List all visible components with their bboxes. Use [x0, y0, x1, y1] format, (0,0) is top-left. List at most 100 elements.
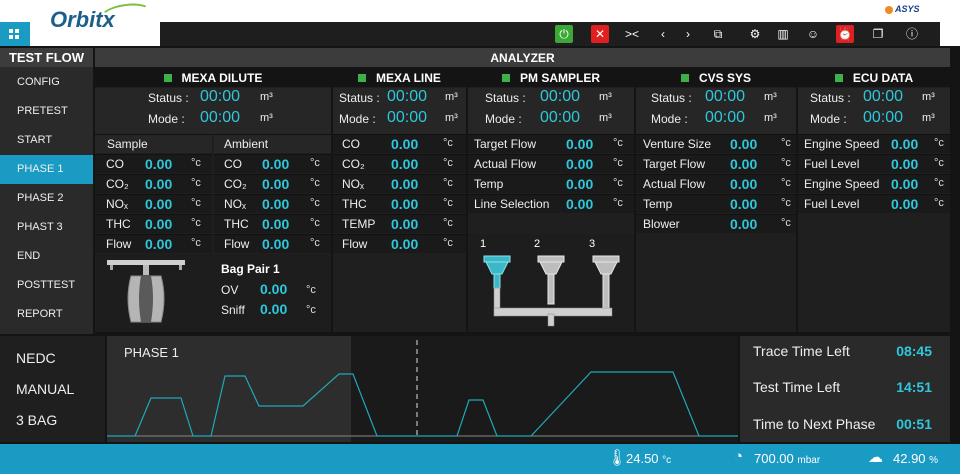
mode-label: Mode : — [810, 112, 847, 126]
mode-value: 00:00 — [863, 109, 904, 126]
panel-header: PM SAMPLER — [468, 68, 634, 87]
sample-header: Sample — [95, 134, 212, 153]
next-phase-label: Time to Next Phase — [753, 416, 876, 432]
nav-item-report[interactable]: REPORT — [0, 300, 93, 329]
nav-item-end[interactable]: END — [0, 242, 93, 271]
ambient-row: CO 0.00 °c — [214, 154, 331, 173]
unit: m³ — [922, 91, 935, 103]
ambient-row: CO₂ 0.00 °c — [214, 174, 331, 193]
sample-row: CO₂ 0.00 °c — [95, 174, 212, 193]
info-icon[interactable]: ⓘ — [903, 25, 921, 43]
unit: m³ — [445, 112, 458, 124]
close-icon[interactable]: ✕ — [591, 25, 609, 43]
windows-icon[interactable]: ⧉ — [709, 25, 727, 43]
ecu-data-panel: ECU DATA Status : 00:00 m³ Mode : 00:00 … — [798, 68, 950, 332]
sample-row: NOₓ 0.00 °c — [95, 194, 212, 213]
status-value: 00:00 — [705, 88, 746, 105]
mode-3-bag[interactable]: 3 BAG — [16, 412, 57, 428]
status-label: Status : — [651, 91, 692, 105]
sample-row: Flow 0.00 °c — [95, 234, 212, 253]
pm-row: Line Selection 0.00 °c — [468, 194, 634, 213]
pressure-readout: 700.00 mbar — [754, 451, 821, 466]
ov-unit: °c — [306, 284, 316, 296]
nav-item-config[interactable]: CONFIG — [0, 68, 93, 97]
mode-value: 00:00 — [200, 109, 241, 126]
gear-icon[interactable]: ⚙ — [746, 25, 764, 43]
alarm-icon[interactable]: ⏰ — [836, 25, 854, 43]
nav-item-phast-3[interactable]: PHAST 3 — [0, 213, 93, 242]
sniff-label: Sniff — [221, 303, 245, 317]
status-value: 00:00 — [200, 88, 241, 105]
nav-item-phase-1[interactable]: PHASE 1 — [0, 155, 93, 184]
menu-grid-icon[interactable] — [0, 22, 30, 46]
mode-label: Mode : — [651, 112, 688, 126]
nav-item-posttest[interactable]: POSTTEST — [0, 271, 93, 300]
ecu-row: Fuel Level 0.00 °c — [798, 194, 950, 213]
mexa-line-panel: MEXA LINE Status : 00:00 m³ Mode : 00:00… — [333, 68, 466, 332]
unit: m³ — [764, 112, 777, 124]
collapse-icon[interactable]: >< — [623, 25, 641, 43]
prev-icon[interactable]: ‹ — [654, 25, 672, 43]
filter-diagram: 1 2 3 — [468, 234, 634, 332]
mexa-line-row: CO₂ 0.00 °c — [333, 154, 466, 173]
power-icon[interactable]: ⏻ — [555, 25, 573, 43]
nav-item-pretest[interactable]: PRETEST — [0, 97, 93, 126]
cvs-row: Target Flow 0.00 °c — [636, 154, 796, 173]
user-icon[interactable]: ☺ — [804, 25, 822, 43]
mode-value: 00:00 — [705, 109, 746, 126]
bag-pair-title: Bag Pair 1 — [221, 262, 280, 276]
brand-logo: ASYS — [885, 4, 920, 14]
cvs-sys-panel: CVS SYS Status : 00:00 m³ Mode : 00:00 m… — [636, 68, 796, 332]
ov-label: OV — [221, 283, 239, 297]
status-label: Status : — [485, 91, 526, 105]
panel-header: ECU DATA — [798, 68, 950, 87]
mode-label: Mode : — [339, 112, 376, 126]
nav-item-start[interactable]: START — [0, 126, 93, 155]
pm-sampler-panel: PM SAMPLER Status : 00:00 m³ Mode : 00:0… — [468, 68, 634, 332]
trace-time-left-label: Trace Time Left — [753, 343, 850, 359]
mexa-dilute-panel: MEXA DILUTE Status : 00:00 m³ Mode : 00:… — [95, 68, 331, 332]
mode-value: 00:00 — [387, 109, 428, 126]
test-mode-list: NEDC MANUAL 3 BAG — [0, 336, 105, 442]
status-led-icon — [163, 74, 172, 82]
bag-pair-block: Bag Pair 1 OV 0.00 °c Sniff 0.00 °c — [95, 254, 331, 332]
next-phase-value: 00:51 — [896, 416, 932, 432]
panel-header: MEXA LINE — [333, 68, 466, 87]
unit: m³ — [599, 91, 612, 103]
filter-holder-icon — [483, 255, 620, 327]
panel-header: CVS SYS — [636, 68, 796, 87]
unit: m³ — [260, 91, 273, 103]
copy-icon[interactable]: ❐ — [869, 25, 887, 43]
pm-row: Actual Flow 0.00 °c — [468, 154, 634, 173]
cvs-row: Temp 0.00 °c — [636, 194, 796, 213]
status-value: 00:00 — [540, 88, 581, 105]
status-label: Status : — [810, 91, 851, 105]
weather-icon: ☁ — [868, 449, 883, 466]
status-block: Status : 00:00 m³ Mode : 00:00 m³ — [468, 88, 634, 134]
unit: m³ — [445, 91, 458, 103]
status-bar: 🌡 24.50 °c ◔ 700.00 mbar ☁ 42.90 % — [0, 444, 960, 474]
mode-manual[interactable]: MANUAL — [16, 381, 74, 397]
status-block: Status : 00:00 m³ Mode : 00:00 m³ — [636, 88, 796, 134]
test-time-left-label: Test Time Left — [753, 379, 841, 395]
status-block: Status : 00:00 m³ Mode : 00:00 m³ — [798, 88, 950, 134]
nav-item-phase-2[interactable]: PHASE 2 — [0, 184, 93, 213]
ambient-row: Flow 0.00 °c — [214, 234, 331, 253]
pm-row: Temp 0.00 °c — [468, 174, 634, 193]
status-led-icon — [358, 74, 367, 82]
trace-plot — [107, 340, 738, 437]
mode-label: Mode : — [485, 112, 522, 126]
mode-nedc[interactable]: NEDC — [16, 350, 56, 366]
status-led-icon — [680, 74, 689, 82]
next-icon[interactable]: › — [679, 25, 697, 43]
ambient-header: Ambient — [214, 134, 331, 153]
gauge-icon: ◔ — [734, 448, 744, 465]
bag-icon — [107, 260, 185, 323]
unit: m³ — [260, 112, 273, 124]
pm-row: Target Flow 0.00 °c — [468, 134, 634, 153]
ov-value: 0.00 — [260, 281, 288, 297]
columns-icon[interactable]: ▥ — [774, 25, 792, 43]
sample-row: CO 0.00 °c — [95, 154, 212, 173]
status-value: 00:00 — [863, 88, 904, 105]
toolbar: ⏻ ✕ >< ‹ › ⧉ ⚙ ▥ ☺ ⏰ ❐ ⓘ — [160, 22, 940, 46]
